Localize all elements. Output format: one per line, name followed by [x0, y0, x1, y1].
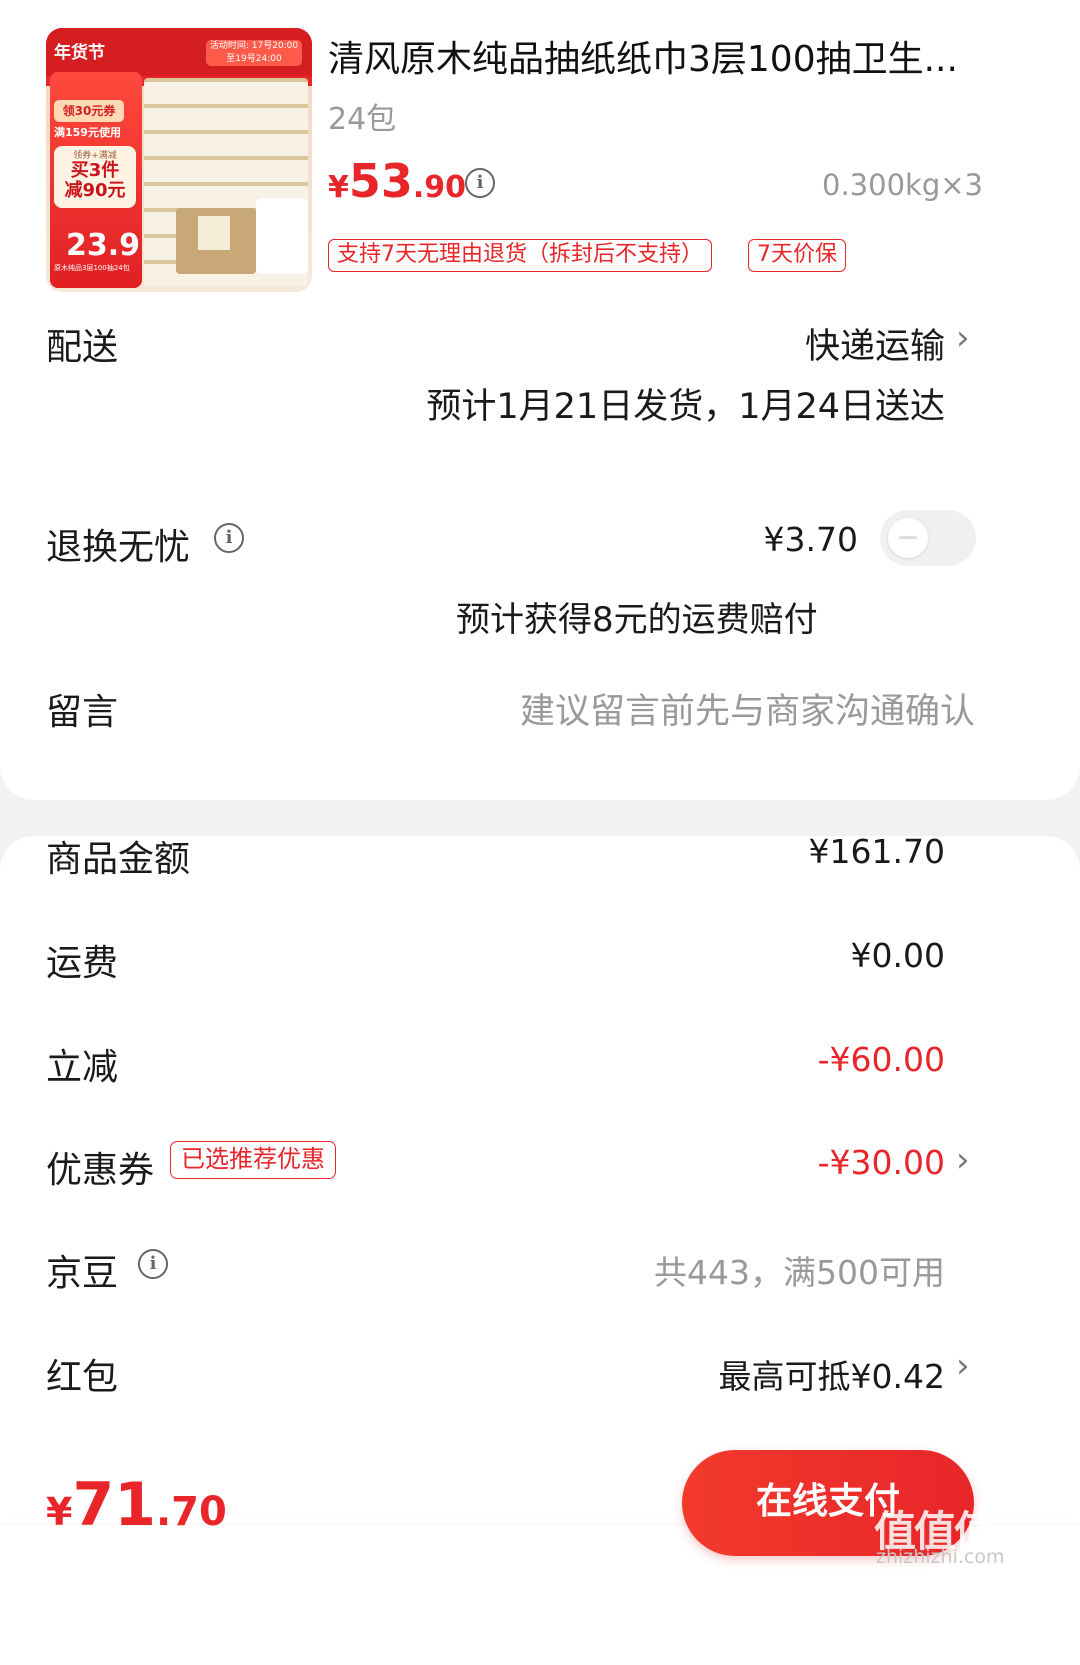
thumb-coupon: 领30元券: [54, 100, 124, 122]
price-decimal: .90: [412, 170, 467, 205]
thumb-event-time: 活动时间: 17号20:00至19号24:00: [206, 40, 302, 66]
jd-beans-value: 共443，满500可用: [654, 1253, 945, 1292]
return-insurance-toggle[interactable]: [880, 510, 976, 566]
chevron-right-icon[interactable]: ›: [956, 318, 970, 358]
thumb-tissue: [256, 198, 308, 274]
thumb-package-label: [198, 216, 230, 250]
total-integer: 71: [72, 1470, 156, 1540]
product-spec: 24包: [328, 102, 397, 137]
chevron-right-icon[interactable]: ›: [956, 1346, 970, 1386]
discount-value: -¥60.00: [817, 1040, 945, 1079]
price-integer: 53: [348, 154, 413, 208]
red-packet-value[interactable]: 最高可抵¥0.42: [500, 1350, 945, 1398]
discount-label: 立减: [46, 1047, 119, 1088]
total-price: ¥71.70: [46, 1470, 227, 1540]
product-price: ¥53.90: [328, 154, 466, 208]
thumb-promo-line1: 买3件: [70, 160, 120, 181]
info-icon[interactable]: i: [465, 168, 495, 198]
thumb-promo-price: 23.9: [66, 228, 141, 263]
info-icon[interactable]: i: [138, 1249, 168, 1279]
toggle-knob: [888, 518, 928, 558]
product-thumbnail[interactable]: 年货节 活动时间: 17号20:00至19号24:00 领30元券 满159元使…: [46, 28, 312, 292]
coupon-label: 优惠券: [46, 1150, 155, 1191]
jd-beans-label: 京豆: [46, 1253, 119, 1294]
delivery-method: 快递运输: [804, 327, 945, 367]
price-currency: ¥: [328, 170, 349, 205]
price-protection-badge: 7天价保: [748, 239, 846, 272]
thumb-festival-tag: 年货节: [54, 43, 105, 63]
return-insurance-note: 预计获得8元的运费赔付: [456, 600, 818, 640]
delivery-label: 配送: [46, 327, 119, 368]
goods-amount-value: ¥161.70: [808, 832, 945, 871]
watermark-url: zhizhizhi.com: [876, 1546, 1005, 1568]
thumb-promo-line2: 减90元: [64, 180, 126, 201]
shipping-label: 运费: [46, 943, 119, 984]
total-currency: ¥: [46, 1490, 73, 1534]
return-policy-badge: 支持7天无理由退货（拆封后不支持）: [328, 239, 712, 272]
thumb-fineprint: 原木纯品3层100抽24包: [54, 264, 130, 272]
product-title[interactable]: 清风原木纯品抽纸纸巾3层100抽卫生...: [328, 30, 978, 82]
coupon-recommended-tag: 已选推荐优惠: [170, 1141, 336, 1179]
message-label: 留言: [46, 692, 119, 733]
shipping-value: ¥0.00: [850, 936, 945, 975]
total-decimal: .70: [155, 1489, 227, 1535]
chevron-right-icon[interactable]: ›: [956, 1140, 970, 1180]
delivery-estimate: 预计1月21日发货，1月24日送达: [426, 387, 945, 427]
goods-amount-label: 商品金额: [46, 839, 191, 880]
info-icon[interactable]: i: [214, 523, 244, 553]
thumb-promo-box: 领券+满减 买3件 减90元: [54, 146, 136, 208]
return-insurance-price: ¥3.70: [763, 520, 858, 559]
product-weight: 0.300kg×3: [822, 168, 983, 202]
coupon-value[interactable]: -¥30.00: [600, 1143, 945, 1182]
message-input[interactable]: 建议留言前先与商家沟通确认: [400, 683, 975, 734]
thumb-coupon-sub: 满159元使用: [54, 126, 121, 139]
delivery-method-link[interactable]: 快递运输: [700, 318, 945, 369]
red-packet-label: 红包: [46, 1357, 119, 1398]
return-insurance-label: 退换无忧: [46, 527, 191, 568]
